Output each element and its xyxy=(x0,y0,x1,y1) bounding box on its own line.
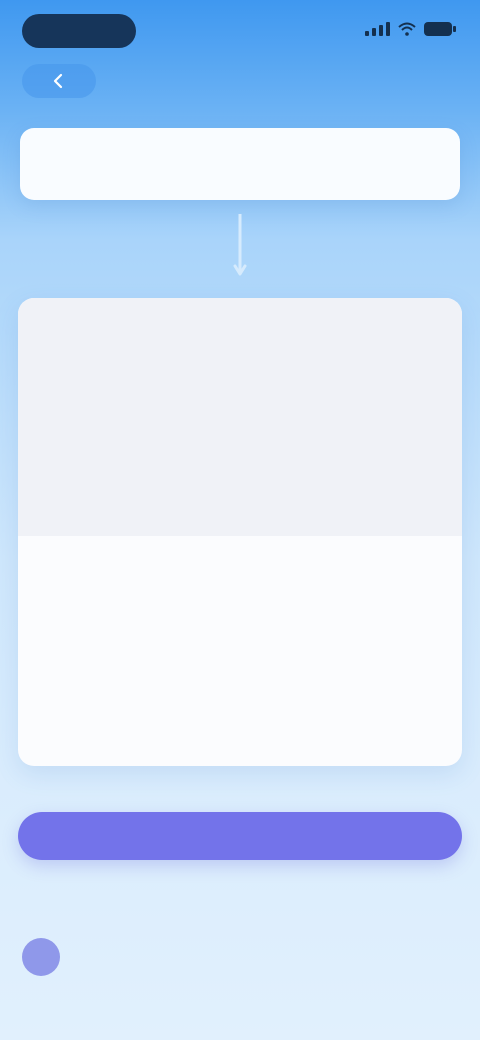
agreement-row xyxy=(22,938,458,976)
back-button[interactable] xyxy=(22,64,96,98)
confirm-button[interactable] xyxy=(18,812,462,860)
agree-checkbox[interactable] xyxy=(22,938,60,976)
amount-input[interactable] xyxy=(40,566,440,716)
connector-arrow-icon xyxy=(233,214,247,276)
status-time-pill xyxy=(22,14,136,48)
form-info-section xyxy=(18,298,462,536)
signal-icon xyxy=(365,22,390,36)
withdraw-form-panel xyxy=(18,298,462,766)
wifi-icon xyxy=(398,22,416,36)
battery-icon xyxy=(424,22,456,36)
status-bar xyxy=(0,0,480,60)
amount-input-area xyxy=(18,536,462,766)
balance-card xyxy=(20,128,460,200)
status-icons xyxy=(365,22,456,36)
back-arrow-icon xyxy=(53,73,63,89)
